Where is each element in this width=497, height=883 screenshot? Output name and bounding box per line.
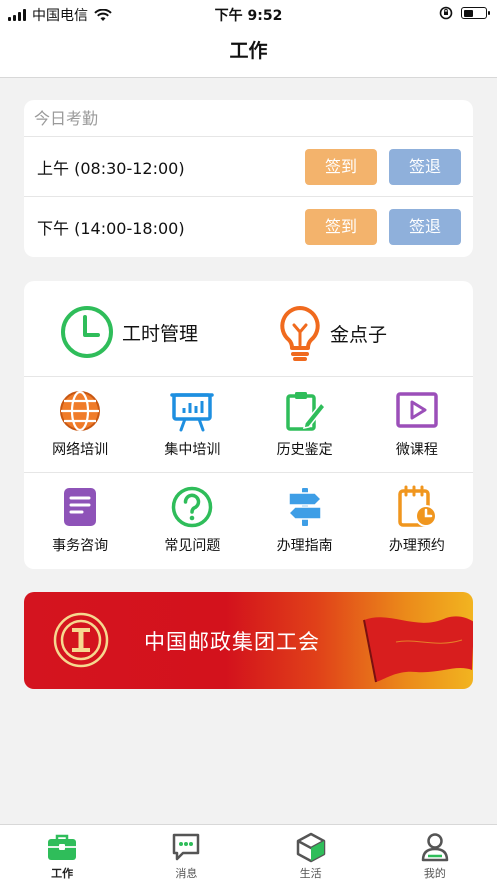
cube-icon xyxy=(296,832,325,863)
checkin-button[interactable]: 签到 xyxy=(305,148,377,185)
red-flag-icon xyxy=(363,616,473,683)
grid-label: 历史鉴定 xyxy=(276,442,333,458)
status-bar: 中国电信 下午 9:52 xyxy=(0,0,497,28)
history-appraisal-button[interactable]: 历史鉴定 xyxy=(249,377,361,472)
checkout-button[interactable]: 签退 xyxy=(389,209,461,245)
tab-life[interactable]: 生活 xyxy=(249,825,373,883)
grid-label: 集中培训 xyxy=(164,442,221,458)
grid-label: 网络培训 xyxy=(52,442,109,458)
tab-label: 生活 xyxy=(299,867,322,880)
tab-label: 我的 xyxy=(423,867,446,880)
attendance-period-label: 下午 (14:00-18:00) xyxy=(37,219,185,238)
checkout-button[interactable]: 签退 xyxy=(389,148,461,185)
golden-idea-button[interactable]: 金点子 xyxy=(278,305,387,361)
document-icon xyxy=(64,488,97,526)
attendance-title: 今日考勤 xyxy=(24,100,473,137)
notepad-clock-icon xyxy=(398,485,437,527)
affairs-consulting-button[interactable]: 事务咨询 xyxy=(24,473,136,569)
features-card: 工时管理 金点子 网络培训 集中培训 历史鉴定 微课程 事务咨询 常见问题 办理… xyxy=(24,281,473,569)
tab-bar: 工作 消息 生活 我的 xyxy=(0,824,497,883)
micro-course-button[interactable]: 微课程 xyxy=(361,377,473,472)
hours-management-button[interactable]: 工时管理 xyxy=(60,305,198,359)
online-training-button[interactable]: 网络培训 xyxy=(24,377,136,472)
tab-mine[interactable]: 我的 xyxy=(373,825,497,883)
grid-label: 办理指南 xyxy=(276,538,333,554)
page-title: 工作 xyxy=(0,28,497,78)
grid-label: 常见问题 xyxy=(164,538,221,554)
union-emblem-icon xyxy=(53,612,109,668)
appointment-button[interactable]: 办理预约 xyxy=(361,473,473,569)
faq-button[interactable]: 常见问题 xyxy=(136,473,248,569)
battery-icon xyxy=(461,7,490,19)
rotation-lock-icon xyxy=(439,6,453,20)
status-time: 下午 9:52 xyxy=(214,8,283,24)
clock-icon xyxy=(61,306,113,358)
tab-label: 消息 xyxy=(175,867,198,880)
grid-label: 微课程 xyxy=(395,442,438,458)
grid-label: 办理预约 xyxy=(388,538,445,554)
tab-work[interactable]: 工作 xyxy=(0,825,124,883)
briefcase-icon xyxy=(48,834,77,860)
attendance-period-label: 上午 (08:30-12:00) xyxy=(37,158,185,178)
attendance-row-afternoon: 下午 (14:00-18:00) 签到 签退 xyxy=(24,197,473,257)
tab-label: 工作 xyxy=(51,867,74,880)
tab-messages[interactable]: 消息 xyxy=(124,825,248,883)
presentation-icon xyxy=(170,393,215,432)
grid-label: 事务咨询 xyxy=(52,538,109,554)
globe-icon xyxy=(60,390,101,432)
chat-icon xyxy=(173,833,200,861)
checkin-button[interactable]: 签到 xyxy=(305,209,377,245)
user-icon xyxy=(421,833,449,862)
lightbulb-icon xyxy=(280,306,320,361)
feature-label: 工时管理 xyxy=(122,322,199,345)
signpost-icon xyxy=(287,488,322,526)
union-banner[interactable]: 中国邮政集团工会 xyxy=(24,592,473,689)
feature-label: 金点子 xyxy=(330,323,388,346)
clipboard-edit-icon xyxy=(285,392,326,431)
banner-title: 中国邮政集团工会 xyxy=(144,630,320,654)
attendance-row-morning: 上午 (08:30-12:00) 签到 签退 xyxy=(24,137,473,197)
centralized-training-button[interactable]: 集中培训 xyxy=(136,377,248,472)
process-guide-button[interactable]: 办理指南 xyxy=(249,473,361,569)
question-icon xyxy=(172,486,213,528)
attendance-card: 今日考勤 上午 (08:30-12:00) 签到 签退 下午 (14:00-18… xyxy=(24,100,473,257)
video-icon xyxy=(396,392,438,428)
